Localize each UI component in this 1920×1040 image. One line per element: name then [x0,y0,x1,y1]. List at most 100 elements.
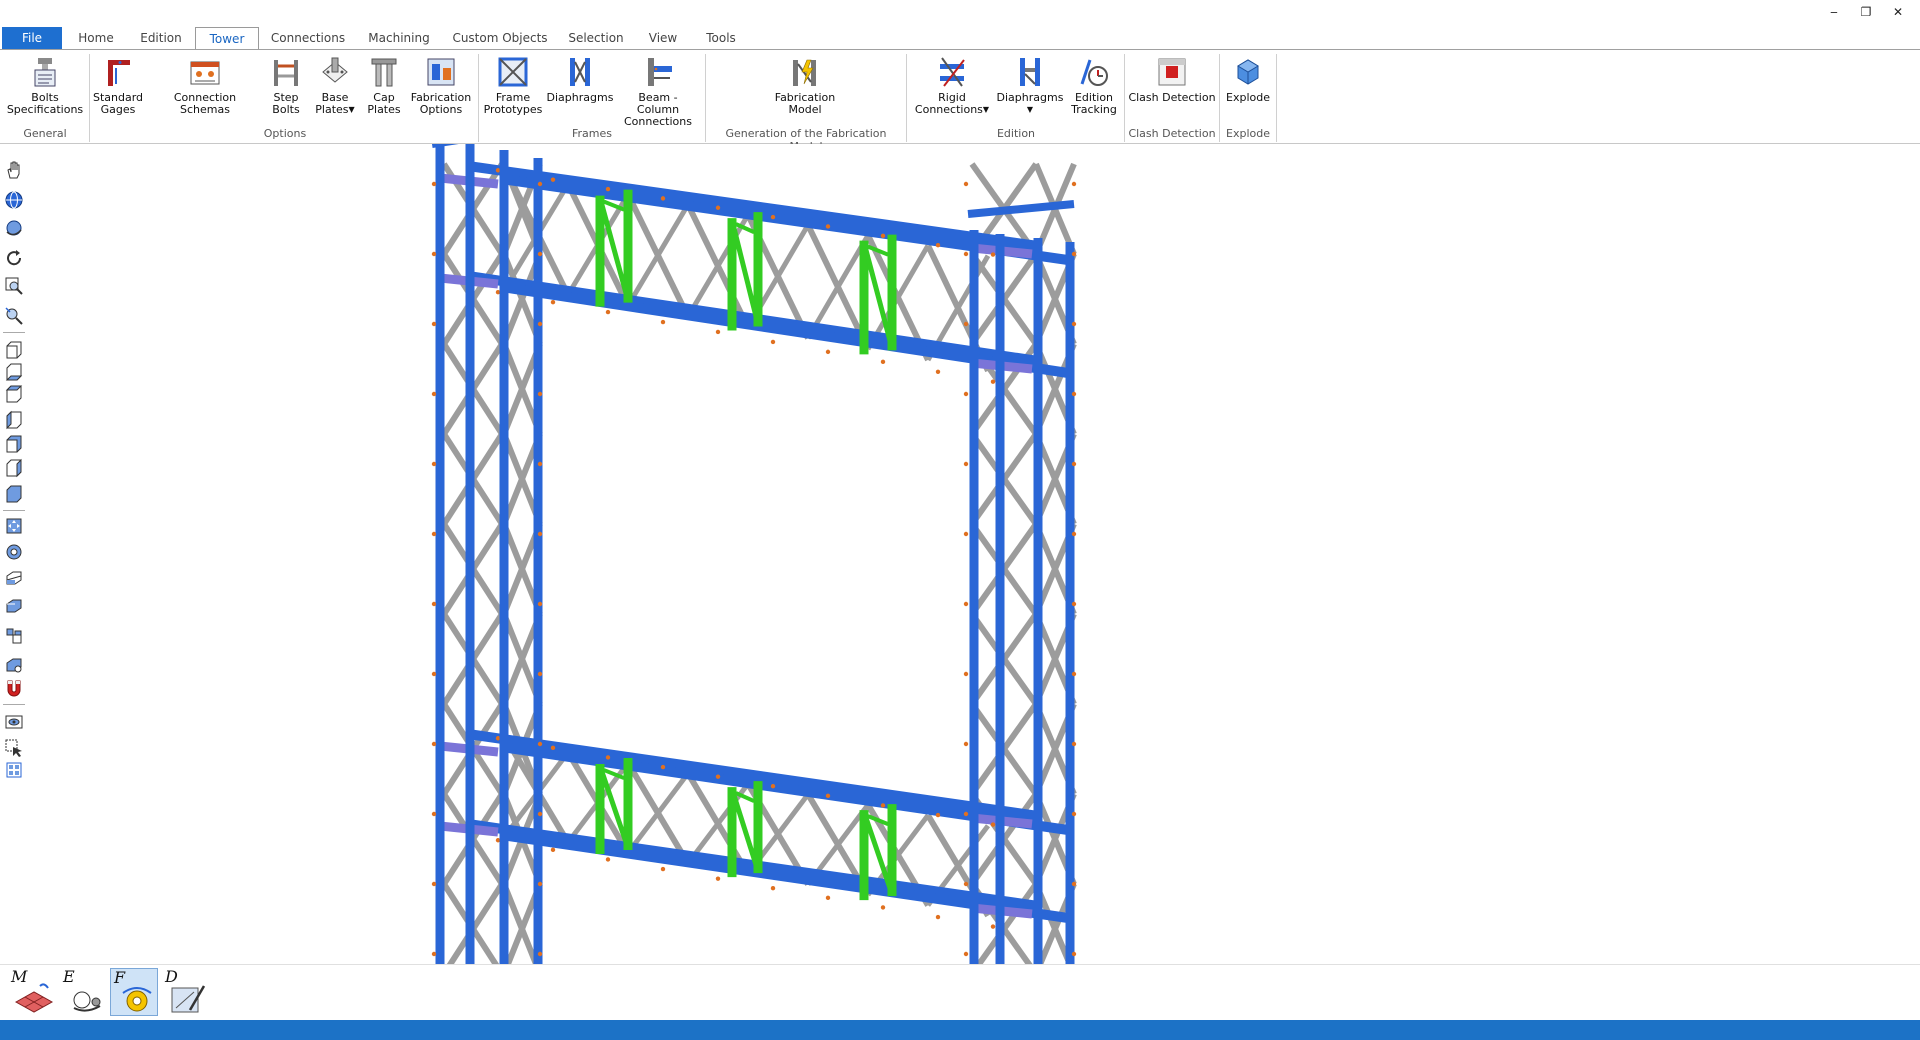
fabrication-options-button[interactable]: Fabrication Options [408,56,474,116]
modeling-mode-button[interactable]: M [8,967,56,1016]
group-explode-label: Explode [1226,127,1270,140]
fit-all-icon[interactable] [4,516,24,536]
bolt-marker [550,299,556,305]
beam-column-connections-button[interactable]: Beam - Column Connections [616,56,700,128]
tab-edition[interactable]: Edition [130,27,192,49]
bolts-specifications-button[interactable]: Bolts Specifications [4,56,86,116]
bolt-marker [1071,251,1077,257]
standard-gages-button[interactable]: Standard Gages [92,56,144,116]
bolt-marker [825,224,831,229]
bolt-marker [431,881,437,887]
zoom-icon[interactable] [4,306,24,326]
bolt-marker [431,181,437,187]
diaphragms-edition-button[interactable]: Diaphragms ▼ [996,56,1064,116]
globe-icon[interactable] [4,190,24,210]
bolt-marker [963,951,969,957]
cap-plates-label: Cap Plates [367,91,401,116]
clip-plane-icon[interactable] [4,596,24,616]
bolt-marker [550,745,556,751]
restore-button[interactable]: ❐ [1856,4,1876,20]
base-plates-button[interactable]: Base Plates▼ [310,56,360,116]
clash-detection-label: Clash Detection [1128,91,1216,104]
tab-custom-objects[interactable]: Custom Objects [448,27,552,49]
edition-tracking-button[interactable]: Edition Tracking [1066,56,1122,116]
explode-button[interactable]: Explode [1222,56,1274,104]
tab-connections[interactable]: Connections [266,27,350,49]
fabrication-model-button[interactable]: Fabrication Model [762,56,848,116]
bolt-marker [1071,811,1077,817]
tab-tower[interactable]: Tower [195,27,259,50]
view-bottom-icon[interactable] [4,458,24,478]
3d-viewport[interactable] [28,144,1920,964]
bolt-marker [825,895,831,901]
view-right-icon[interactable] [4,410,24,430]
bolt-marker [1071,741,1077,747]
bolt-marker [537,671,543,677]
fabrication-mode-button[interactable]: F [110,968,158,1016]
layer-visibility-icon[interactable] [4,654,24,674]
render-mode-icon[interactable] [4,542,24,562]
standard-gages-label: Standard Gages [92,91,144,116]
minimize-button[interactable]: ‒ [1824,4,1844,20]
view-front-icon[interactable] [4,340,24,360]
bolt-marker [1071,881,1077,887]
bolts-specifications-label: Bolts Specifications [6,91,84,116]
bolt-marker [537,741,543,747]
view-iso-icon[interactable] [4,484,24,504]
bolt-marker [715,205,721,210]
bolt-marker [537,601,543,607]
connection-schemas-button[interactable]: Connection Schemas [150,56,260,116]
view-left-icon[interactable] [4,384,24,404]
ribbon-tab-row: File Home Edition Tower Connections Mach… [0,0,1920,50]
bolt-marker [431,951,437,957]
bolt-marker [825,349,831,355]
clash-detection-button[interactable]: Clash Detection [1128,56,1216,104]
girder-bracing [625,203,691,307]
bolt-marker [605,755,611,760]
tab-home[interactable]: Home [68,27,124,49]
eye-view-icon[interactable] [4,712,24,732]
member-filter-icon[interactable] [4,626,24,646]
grid-select-icon[interactable] [4,760,24,780]
diaphragms-frames-button[interactable]: Diaphragms [546,56,614,104]
tab-machining[interactable]: Machining [358,27,440,49]
bolt-marker [935,812,941,818]
bolt-marker [431,531,437,537]
close-button[interactable]: ✕ [1888,4,1908,20]
edition-tracking-icon [1080,59,1108,86]
pan-hand-icon[interactable] [4,160,24,180]
bolt-marker [431,601,437,607]
orbit-icon[interactable] [4,218,24,238]
bolt-marker [537,251,543,257]
rigid-connections-button[interactable]: Rigid Connections▼ [910,56,994,116]
tab-file[interactable]: File [2,27,62,49]
bolt-marker [537,391,543,397]
bolt-marker [715,876,721,881]
tab-view[interactable]: View [640,27,686,49]
cap-plates-button[interactable]: Cap Plates [362,56,406,116]
magnet-snap-icon[interactable] [4,678,24,698]
section-box-icon[interactable] [4,568,24,588]
zoom-window-icon[interactable] [4,276,24,296]
drawing-mode-button[interactable]: D [162,967,210,1016]
frame-prototypes-button[interactable]: Frame Prototypes [482,56,544,116]
bolt-marker [537,951,543,957]
bolt-marker [605,857,611,862]
bolt-marker [660,866,666,872]
tab-tools[interactable]: Tools [694,27,748,49]
engineering-mode-button[interactable]: E [60,967,108,1016]
view-top-icon[interactable] [4,434,24,454]
step-bolts-button[interactable]: Step Bolts [266,56,306,116]
rotate-icon[interactable] [4,248,24,268]
bolt-marker [537,461,543,467]
group-options-label: Options [263,127,307,140]
view-back-icon[interactable] [4,362,24,382]
select-cursor-icon[interactable] [4,738,24,758]
engineering-mode-icon [73,991,101,1012]
cap-plates-icon [371,58,397,87]
tab-selection[interactable]: Selection [560,27,632,49]
bolt-marker [770,886,776,891]
diaphragms-frames-label: Diaphragms [546,91,614,104]
left-toolbar [0,144,28,964]
bolt-marker [550,847,556,853]
